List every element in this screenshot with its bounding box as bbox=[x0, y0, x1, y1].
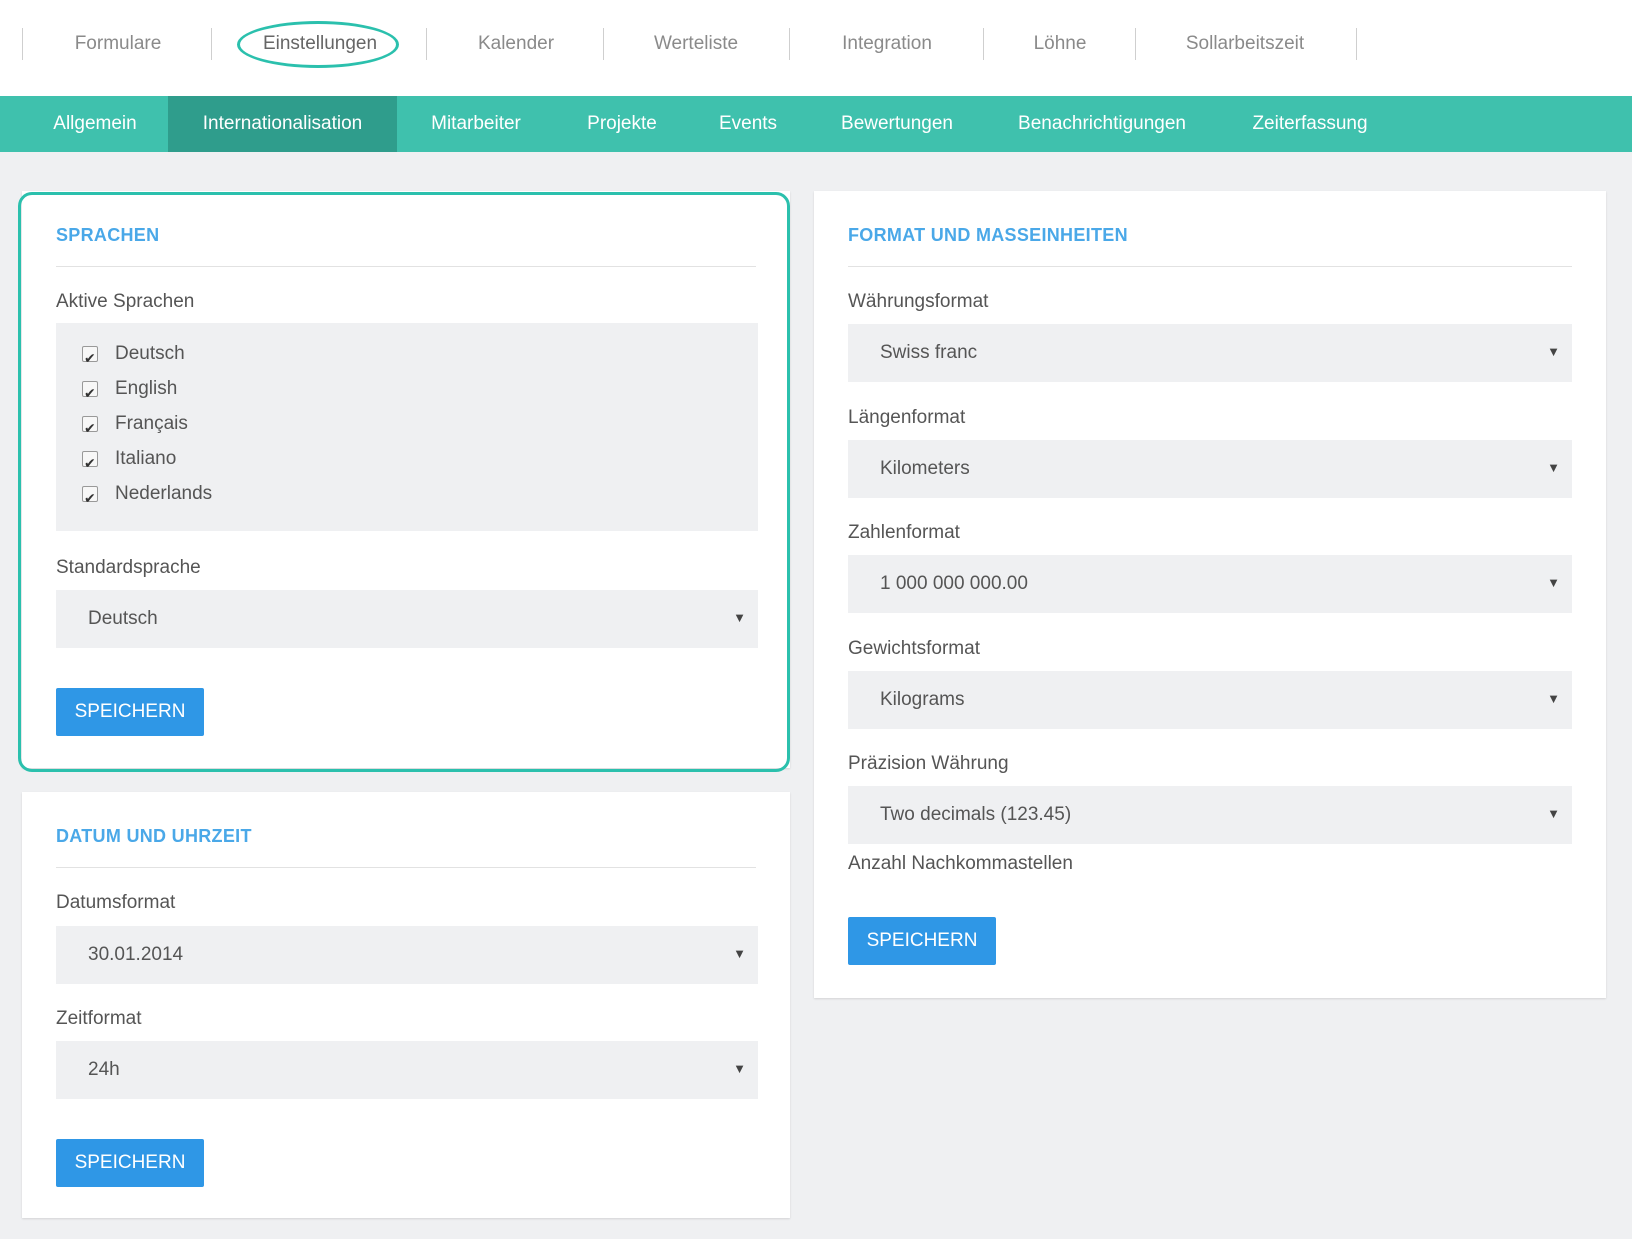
number-format-select[interactable]: 1 000 000 000.00 ▼ bbox=[848, 555, 1572, 613]
language-name: Nederlands bbox=[115, 483, 213, 504]
nav-item-kalender[interactable]: Kalender bbox=[468, 28, 564, 60]
currency-format-select[interactable]: Swiss franc ▼ bbox=[848, 324, 1572, 382]
select-value: 30.01.2014 bbox=[88, 944, 184, 965]
number-format-label: Zahlenformat bbox=[848, 522, 960, 543]
active-languages-label: Aktive Sprachen bbox=[56, 291, 195, 312]
nav-separator bbox=[1356, 28, 1357, 60]
tab-projekte[interactable]: Projekte bbox=[578, 96, 666, 152]
tab-mitarbeiter[interactable]: Mitarbeiter bbox=[414, 96, 538, 152]
nav-item-formulare[interactable]: Formulare bbox=[68, 28, 168, 60]
currency-precision-select[interactable]: Two decimals (123.45) ▼ bbox=[848, 786, 1572, 844]
nav-separator bbox=[211, 28, 212, 60]
select-value: Deutsch bbox=[88, 608, 158, 629]
nav-item-loehne[interactable]: Löhne bbox=[1024, 28, 1096, 60]
card-title: FORMAT UND MASSEINHEITEN bbox=[848, 225, 1128, 245]
tab-allgemein[interactable]: Allgemein bbox=[36, 96, 154, 152]
caret-down-icon: ▼ bbox=[733, 1061, 746, 1076]
nav-item-integration[interactable]: Integration bbox=[832, 28, 942, 60]
caret-down-icon: ▼ bbox=[1547, 344, 1560, 359]
active-languages-list: Deutsch English Français Italiano Nederl… bbox=[56, 323, 758, 531]
checkbox-checked-icon[interactable] bbox=[82, 344, 98, 372]
format-units-card: FORMAT UND MASSEINHEITEN Währungsformat … bbox=[814, 191, 1606, 998]
tab-bewertungen[interactable]: Bewertungen bbox=[828, 96, 966, 152]
tab-benachrichtigungen[interactable]: Benachrichtigungen bbox=[1006, 96, 1198, 152]
select-value: Kilograms bbox=[880, 689, 965, 710]
caret-down-icon: ▼ bbox=[1547, 691, 1560, 706]
default-language-select[interactable]: Deutsch ▼ bbox=[56, 590, 758, 648]
caret-down-icon: ▼ bbox=[733, 946, 746, 961]
language-name: Deutsch bbox=[115, 343, 185, 364]
checkbox-checked-icon[interactable] bbox=[82, 414, 98, 442]
weight-format-select[interactable]: Kilograms ▼ bbox=[848, 671, 1572, 729]
caret-down-icon: ▼ bbox=[733, 610, 746, 625]
tab-internationalisation[interactable]: Internationalisation bbox=[168, 96, 397, 152]
divider bbox=[56, 867, 756, 868]
checkbox-checked-icon[interactable] bbox=[82, 449, 98, 477]
time-format-select[interactable]: 24h ▼ bbox=[56, 1041, 758, 1099]
length-format-select[interactable]: Kilometers ▼ bbox=[848, 440, 1572, 498]
datetime-card: DATUM UND UHRZEIT Datumsformat 30.01.201… bbox=[22, 792, 790, 1218]
language-name: Italiano bbox=[115, 448, 177, 469]
caret-down-icon: ▼ bbox=[1547, 575, 1560, 590]
checkbox-checked-icon[interactable] bbox=[82, 379, 98, 407]
tab-zeiterfassung[interactable]: Zeiterfassung bbox=[1236, 96, 1384, 152]
card-title: DATUM UND UHRZEIT bbox=[56, 826, 252, 846]
weight-format-label: Gewichtsformat bbox=[848, 638, 980, 659]
languages-card: SPRACHEN Aktive Sprachen Deutsch English… bbox=[22, 191, 790, 768]
divider bbox=[56, 266, 756, 267]
currency-precision-label: Präzision Währung bbox=[848, 753, 1009, 774]
select-value: 24h bbox=[88, 1059, 120, 1080]
length-format-label: Längenformat bbox=[848, 407, 966, 428]
language-name: English bbox=[115, 378, 178, 399]
nav-separator bbox=[426, 28, 427, 60]
tab-events[interactable]: Events bbox=[706, 96, 790, 152]
save-languages-button[interactable]: SPEICHERN bbox=[56, 688, 204, 736]
active-nav-highlight-ring bbox=[237, 21, 399, 68]
card-title: SPRACHEN bbox=[56, 225, 160, 245]
caret-down-icon: ▼ bbox=[1547, 460, 1560, 475]
nav-item-werteliste[interactable]: Werteliste bbox=[644, 28, 748, 60]
nav-separator bbox=[22, 28, 23, 60]
caret-down-icon: ▼ bbox=[1547, 806, 1560, 821]
nav-separator bbox=[983, 28, 984, 60]
default-language-label: Standardsprache bbox=[56, 557, 201, 578]
top-navigation: Formulare Einstellungen Kalender Werteli… bbox=[0, 0, 1632, 96]
date-format-label: Datumsformat bbox=[56, 892, 176, 913]
date-format-select[interactable]: 30.01.2014 ▼ bbox=[56, 926, 758, 984]
nav-item-sollarbeitszeit[interactable]: Sollarbeitszeit bbox=[1178, 28, 1312, 60]
divider bbox=[848, 266, 1572, 267]
select-value: Two decimals (123.45) bbox=[880, 804, 1072, 825]
select-value: Kilometers bbox=[880, 458, 970, 479]
select-value: Swiss franc bbox=[880, 342, 978, 363]
settings-sub-navigation: Allgemein Internationalisation Mitarbeit… bbox=[0, 96, 1632, 152]
checkbox-checked-icon[interactable] bbox=[82, 484, 98, 512]
currency-format-label: Währungsformat bbox=[848, 291, 989, 312]
nav-separator bbox=[789, 28, 790, 60]
precision-hint-text: Anzahl Nachkommastellen bbox=[848, 853, 1073, 874]
time-format-label: Zeitformat bbox=[56, 1008, 142, 1029]
language-name: Français bbox=[115, 413, 188, 434]
save-format-button[interactable]: SPEICHERN bbox=[848, 917, 996, 965]
nav-separator bbox=[603, 28, 604, 60]
select-value: 1 000 000 000.00 bbox=[880, 573, 1028, 594]
nav-separator bbox=[1135, 28, 1136, 60]
save-datetime-button[interactable]: SPEICHERN bbox=[56, 1139, 204, 1187]
